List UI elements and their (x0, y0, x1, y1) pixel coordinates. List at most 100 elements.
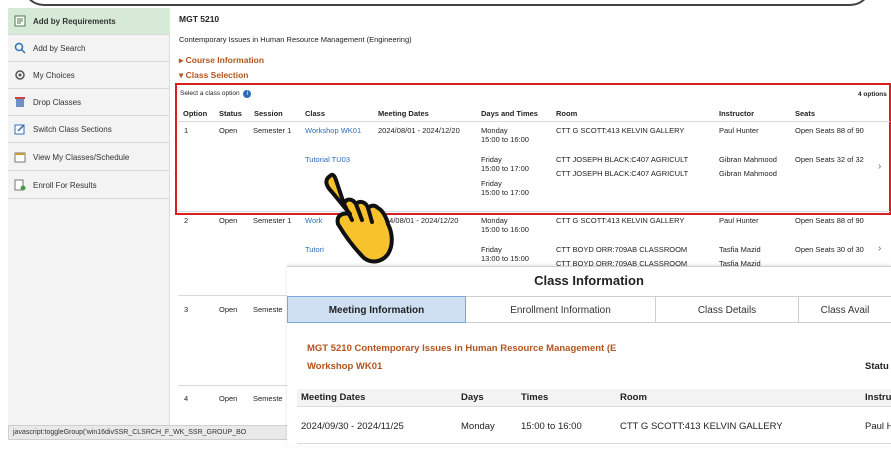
room-cell: CTT G SCOTT:413 KELVIN GALLERY (556, 216, 685, 225)
sidebar-item-label: Switch Class Sections (33, 124, 112, 134)
session-cell: Semester 1 (253, 126, 292, 135)
dialog-title: Class Information (534, 273, 644, 288)
sidebar-item-enroll-for-results[interactable]: Enroll For Results (8, 172, 170, 198)
chevron-right-icon[interactable]: › (878, 161, 881, 172)
tutorial-link[interactable]: Tutorial TU03 (305, 155, 350, 164)
seats-cell: Open Seats 88 of 90 (795, 126, 864, 135)
row-divider (178, 385, 288, 386)
course-heading: MGT 5210 Contemporary Issues in Human Re… (307, 343, 617, 354)
tab-class-availability[interactable]: Class Avail (799, 296, 891, 323)
divider (8, 142, 170, 143)
divider (8, 198, 170, 199)
option-number: 4 (184, 394, 189, 403)
calendar-icon (14, 151, 26, 163)
instructor-cell: Paul Hunter (719, 216, 759, 225)
header-class: Class (305, 109, 326, 118)
column-room: Room (620, 392, 647, 403)
course-information-label: Course Information (185, 55, 265, 65)
class-selection-label: Class Selection (185, 70, 249, 80)
room-value: CTT G SCOTT:413 KELVIN GALLERY (620, 421, 783, 432)
instructor-cell: Paul Hunter (719, 126, 759, 135)
sidebar-item-label: Add by Requirements (33, 16, 116, 26)
meeting-dates-value: 2024/09/30 - 2024/11/25 (301, 421, 404, 432)
course-title: Contemporary Issues in Human Resource Ma… (179, 35, 412, 44)
meeting-dates-cell: 24/08/01 - 2024/12/20 (385, 216, 459, 225)
enroll-icon (14, 179, 26, 191)
times-cell: 15:00 to 16:00 (481, 225, 529, 234)
column-instructor: Instru (865, 392, 891, 403)
class-information-dialog: Class Information Meeting Information En… (287, 266, 891, 446)
option-number: 1 (184, 126, 189, 135)
session-cell: Semeste (253, 394, 283, 403)
room-cell: CTT G SCOTT:413 KELVIN GALLERY (556, 126, 685, 135)
header-instructor: Instructor (719, 109, 755, 118)
tab-class-details[interactable]: Class Details (656, 296, 799, 323)
row-divider (178, 295, 288, 296)
sidebar-item-my-choices[interactable]: My Choices (8, 62, 170, 88)
tab-enrollment-information[interactable]: Enrollment Information (466, 296, 656, 323)
header-room: Room (556, 109, 578, 118)
screen-root: { "sidebar": { "items": [ {"label": "Add… (0, 0, 891, 463)
session-cell: Semester 1 (253, 216, 292, 225)
header-status: Status (219, 109, 242, 118)
trash-icon (14, 96, 26, 108)
options-count: 4 options (858, 91, 887, 98)
window-frame (0, 0, 891, 8)
header-days-times: Days and Times (481, 109, 538, 118)
sidebar-item-label: My Choices (33, 70, 75, 80)
class-selection-toggle[interactable]: ▾ Class Selection (179, 70, 248, 81)
days-cell: Monday (481, 216, 508, 225)
course-information-toggle[interactable]: ▸ Course Information (179, 55, 264, 66)
info-icon[interactable]: i (243, 90, 252, 98)
sidebar-item-label: View My Classes/Schedule (33, 152, 130, 162)
room-cell: CTT JOSEPH BLACK:C407 AGRICULT (556, 155, 689, 164)
tab-meeting-information[interactable]: Meeting Information (287, 296, 466, 323)
row-divider (297, 443, 891, 444)
meeting-table-header (297, 389, 891, 407)
sidebar-item-label: Drop Classes (33, 97, 82, 107)
divider (8, 170, 170, 171)
header-seats: Seats (795, 109, 816, 118)
sidebar-item-add-by-search[interactable]: Add by Search (8, 35, 170, 61)
status-bar: javascript:toggleGroup('win16divSSR_CLSR… (8, 425, 290, 440)
class-link[interactable]: Work (305, 216, 322, 225)
times-cell: 15:00 to 16:00 (481, 135, 529, 144)
section-heading: Workshop WK01 (307, 361, 383, 372)
edit-icon (14, 123, 26, 135)
times-cell: 15:00 to 17:00 (481, 164, 529, 173)
row-divider (178, 211, 890, 212)
highlighted-class-option (175, 83, 891, 215)
instructor-cell: Tasfia Mazid (719, 245, 761, 254)
sidebar: Add by Requirements Add by Search My Cho… (8, 8, 170, 428)
status-cell: Open (219, 305, 238, 314)
pointing-hand-icon (324, 172, 394, 264)
days-cell: Friday (481, 245, 502, 254)
instructor-value: Paul H (865, 421, 891, 432)
meeting-dates-cell: 2024/08/01 - 2024/12/20 (378, 126, 460, 135)
frame-curve (22, 0, 872, 6)
sidebar-item-label: Enroll For Results (33, 180, 97, 190)
seats-cell: Open Seats 30 of 30 (795, 245, 864, 254)
header-option: Option (183, 109, 208, 118)
sidebar-item-switch-class-sections[interactable]: Switch Class Sections (8, 116, 170, 142)
header-session: Session (254, 109, 283, 118)
course-code: MGT 5210 (179, 14, 220, 24)
collapse-arrow-icon: ▾ (179, 70, 186, 80)
header-divider (178, 121, 890, 122)
chevron-right-icon[interactable]: › (878, 243, 881, 254)
session-cell: Semeste (253, 305, 283, 314)
class-link[interactable]: Workshop WK01 (305, 126, 361, 135)
seats-cell: Open Seats 88 of 90 (795, 216, 864, 225)
room-cell: CTT JOSEPH BLACK:C407 AGRICULT (556, 169, 689, 178)
option-number: 3 (184, 305, 189, 314)
sidebar-item-drop-classes[interactable]: Drop Classes (8, 89, 170, 115)
status-cell: Open (219, 216, 238, 225)
expand-arrow-icon: ▸ (179, 55, 186, 65)
room-cell: CTT BOYD ORR:709AB CLASSROOM (556, 245, 688, 254)
sidebar-item-add-by-requirements[interactable]: Add by Requirements (8, 8, 170, 34)
times-value: 15:00 to 16:00 (521, 421, 582, 432)
column-times: Times (521, 392, 549, 403)
select-class-prompt-text: Select a class option (180, 90, 240, 97)
search-icon (14, 42, 26, 54)
sidebar-item-view-my-classes[interactable]: View My Classes/Schedule (8, 144, 170, 170)
